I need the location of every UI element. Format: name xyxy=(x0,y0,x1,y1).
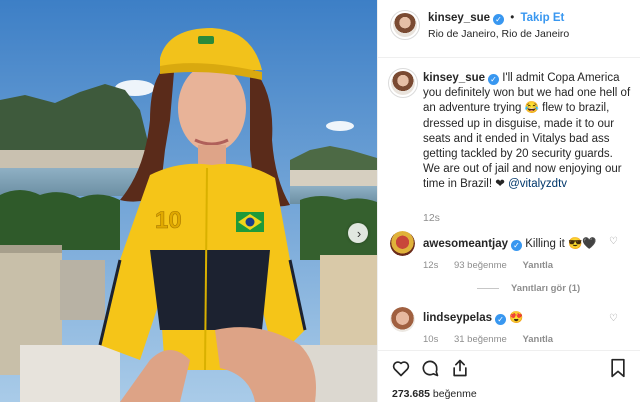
follow-button[interactable]: Takip Et xyxy=(520,12,564,24)
verified-badge-icon: ✓ xyxy=(488,74,500,85)
comment-1-reply-button[interactable]: Yanıtla xyxy=(522,260,553,271)
city-skyline-right xyxy=(290,170,377,188)
author-line: kinsey_sue ✓ • Takip Et xyxy=(428,12,564,25)
likes-count[interactable]: 273.685 beğenme xyxy=(392,388,477,400)
trees xyxy=(0,190,120,250)
author-username[interactable]: kinsey_sue xyxy=(428,12,490,24)
caption-timestamp[interactable]: 12s xyxy=(423,212,440,224)
post-action-bar: 273.685 beğenme xyxy=(378,350,640,402)
comment-1-likes[interactable]: 93 beğenme xyxy=(454,260,507,271)
face xyxy=(178,64,246,152)
comment-2-reply-button[interactable]: Yanıtla xyxy=(522,334,553,345)
jacket-navy-panel xyxy=(150,250,270,330)
verified-badge-icon: ✓ xyxy=(511,240,523,251)
share-icon[interactable] xyxy=(450,358,470,378)
comment-2-username[interactable]: lindseypelas xyxy=(423,312,492,324)
photo-illustration: 10 xyxy=(0,0,377,402)
bookmark-icon[interactable] xyxy=(609,358,627,378)
comment-icon[interactable] xyxy=(420,358,440,378)
comment-2-meta: 10s 31 beğenme Yanıtla xyxy=(423,334,566,345)
comment-2: lindseypelas ✓ 😍 xyxy=(423,310,524,325)
caption-text: I'll admit Copa America you definitely w… xyxy=(423,72,631,191)
comment-2-text: 😍 xyxy=(509,312,524,324)
likes-number: 273.685 xyxy=(392,388,430,400)
chevron-right-icon: › xyxy=(356,225,362,241)
post-location[interactable]: Rio de Janeiro, Rio de Janeiro xyxy=(428,28,569,40)
comment-1-username[interactable]: awesomeantjay xyxy=(423,238,508,250)
city-skyline xyxy=(0,150,150,170)
heart-icon[interactable]: ♡ xyxy=(609,313,618,324)
view-replies-button[interactable]: Yanıtları gör (1) xyxy=(477,283,580,294)
jersey-number-label: 10 xyxy=(155,207,182,234)
comment-1-text: Killing it 😎🖤 xyxy=(525,238,597,250)
caption-mention-link[interactable]: @vitalyzdtv xyxy=(508,178,567,190)
verified-badge-icon: ✓ xyxy=(495,314,507,325)
cap-logo xyxy=(198,36,214,44)
post-photo[interactable]: 10 › xyxy=(0,0,377,402)
next-photo-button[interactable]: › xyxy=(348,223,368,243)
caption: kinsey_sue ✓ I'll admit Copa America you … xyxy=(423,71,633,193)
post-side-panel: kinsey_sue ✓ • Takip Et Rio de Janeiro, R… xyxy=(377,0,640,402)
post-header: kinsey_sue ✓ • Takip Et Rio de Janeiro, R… xyxy=(378,0,640,58)
caption-avatar[interactable] xyxy=(388,68,418,98)
comment-2-time[interactable]: 10s xyxy=(423,334,438,345)
rooftop xyxy=(20,345,120,402)
likes-label: beğenme xyxy=(432,388,477,400)
heart-icon[interactable] xyxy=(391,358,411,378)
caption-username[interactable]: kinsey_sue xyxy=(423,72,485,84)
comment-1: awesomeantjay ✓ Killing it 😎🖤 xyxy=(423,236,597,251)
comment-1-meta: 12s 93 beğenme Yanıtla xyxy=(423,260,566,271)
verified-badge-icon: ✓ xyxy=(493,14,505,25)
heart-icon[interactable]: ♡ xyxy=(609,236,618,247)
comment-1-time[interactable]: 12s xyxy=(423,260,438,271)
cloud xyxy=(326,121,354,131)
instagram-post: 10 › kinsey_sue ✓ • Takip Et Rio de Jane… xyxy=(0,0,640,402)
separator-dot: • xyxy=(510,12,515,24)
comment-2-likes[interactable]: 31 beğenme xyxy=(454,334,507,345)
building xyxy=(60,260,105,320)
commenter-avatar[interactable] xyxy=(390,307,415,332)
commenter-avatar[interactable] xyxy=(390,231,415,256)
author-avatar[interactable] xyxy=(390,10,420,40)
